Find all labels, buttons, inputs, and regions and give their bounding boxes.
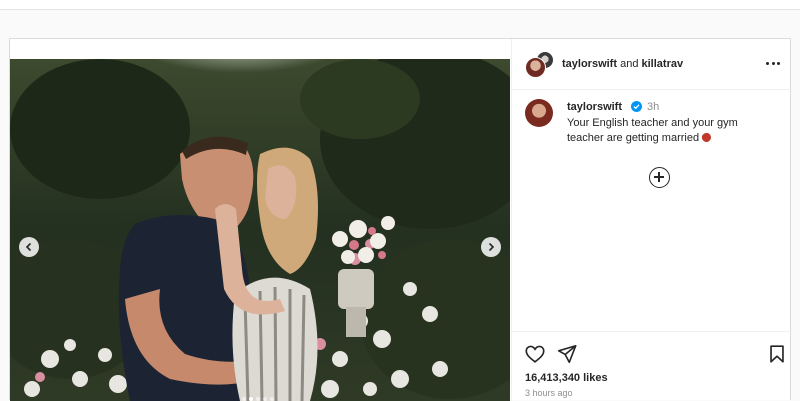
bookmark-icon (770, 345, 784, 363)
author-username-link[interactable]: taylorswift (562, 58, 617, 70)
chevron-left-icon (25, 242, 32, 252)
save-button[interactable] (766, 343, 788, 365)
avatar (525, 57, 546, 78)
carousel-dot (263, 397, 267, 401)
heart-icon (525, 345, 545, 363)
post-actions: 16,413,340 likes 3 hours ago (512, 331, 793, 401)
carousel-dot (270, 397, 274, 401)
collab-names: taylorswift and killatrav (562, 58, 683, 70)
previous-slide-button[interactable] (19, 237, 39, 257)
caption-timestamp[interactable]: 3h (647, 101, 659, 113)
carousel-indicator (242, 397, 274, 401)
more-options-button[interactable] (763, 56, 783, 70)
post-modal: taylorswift and killatrav taylorswift 3h… (9, 38, 793, 401)
caption-username-link[interactable]: taylorswift (567, 101, 622, 113)
carousel-dot-active (249, 397, 253, 401)
paper-plane-icon (557, 344, 577, 364)
next-slide-button[interactable] (481, 237, 501, 257)
add-comment-plus-button[interactable] (649, 167, 670, 188)
collab-avatars[interactable] (525, 51, 555, 79)
post-timestamp[interactable]: 3 hours ago (525, 388, 573, 398)
chevron-right-icon (488, 242, 495, 252)
engagement-photo (10, 59, 510, 401)
carousel-dot (242, 397, 246, 401)
likes-count[interactable]: 16,413,340 likes (525, 372, 608, 384)
top-navigation-bar (0, 0, 800, 10)
avatar[interactable] (525, 99, 553, 127)
football-emoji-icon (700, 131, 713, 144)
more-horizontal-icon (766, 61, 769, 65)
like-button[interactable] (524, 343, 546, 365)
post-header: taylorswift and killatrav (512, 39, 793, 90)
connector-text: and (620, 58, 639, 70)
carousel-dot (256, 397, 260, 401)
post-sidebar: taylorswift and killatrav taylorswift 3h… (511, 39, 793, 401)
collaborator-username-link[interactable]: killatrav (642, 58, 684, 70)
verified-badge-icon (631, 101, 642, 112)
caption-text: Your English teacher and your gym teache… (567, 117, 738, 144)
share-button[interactable] (556, 343, 578, 365)
post-photo (10, 59, 510, 401)
